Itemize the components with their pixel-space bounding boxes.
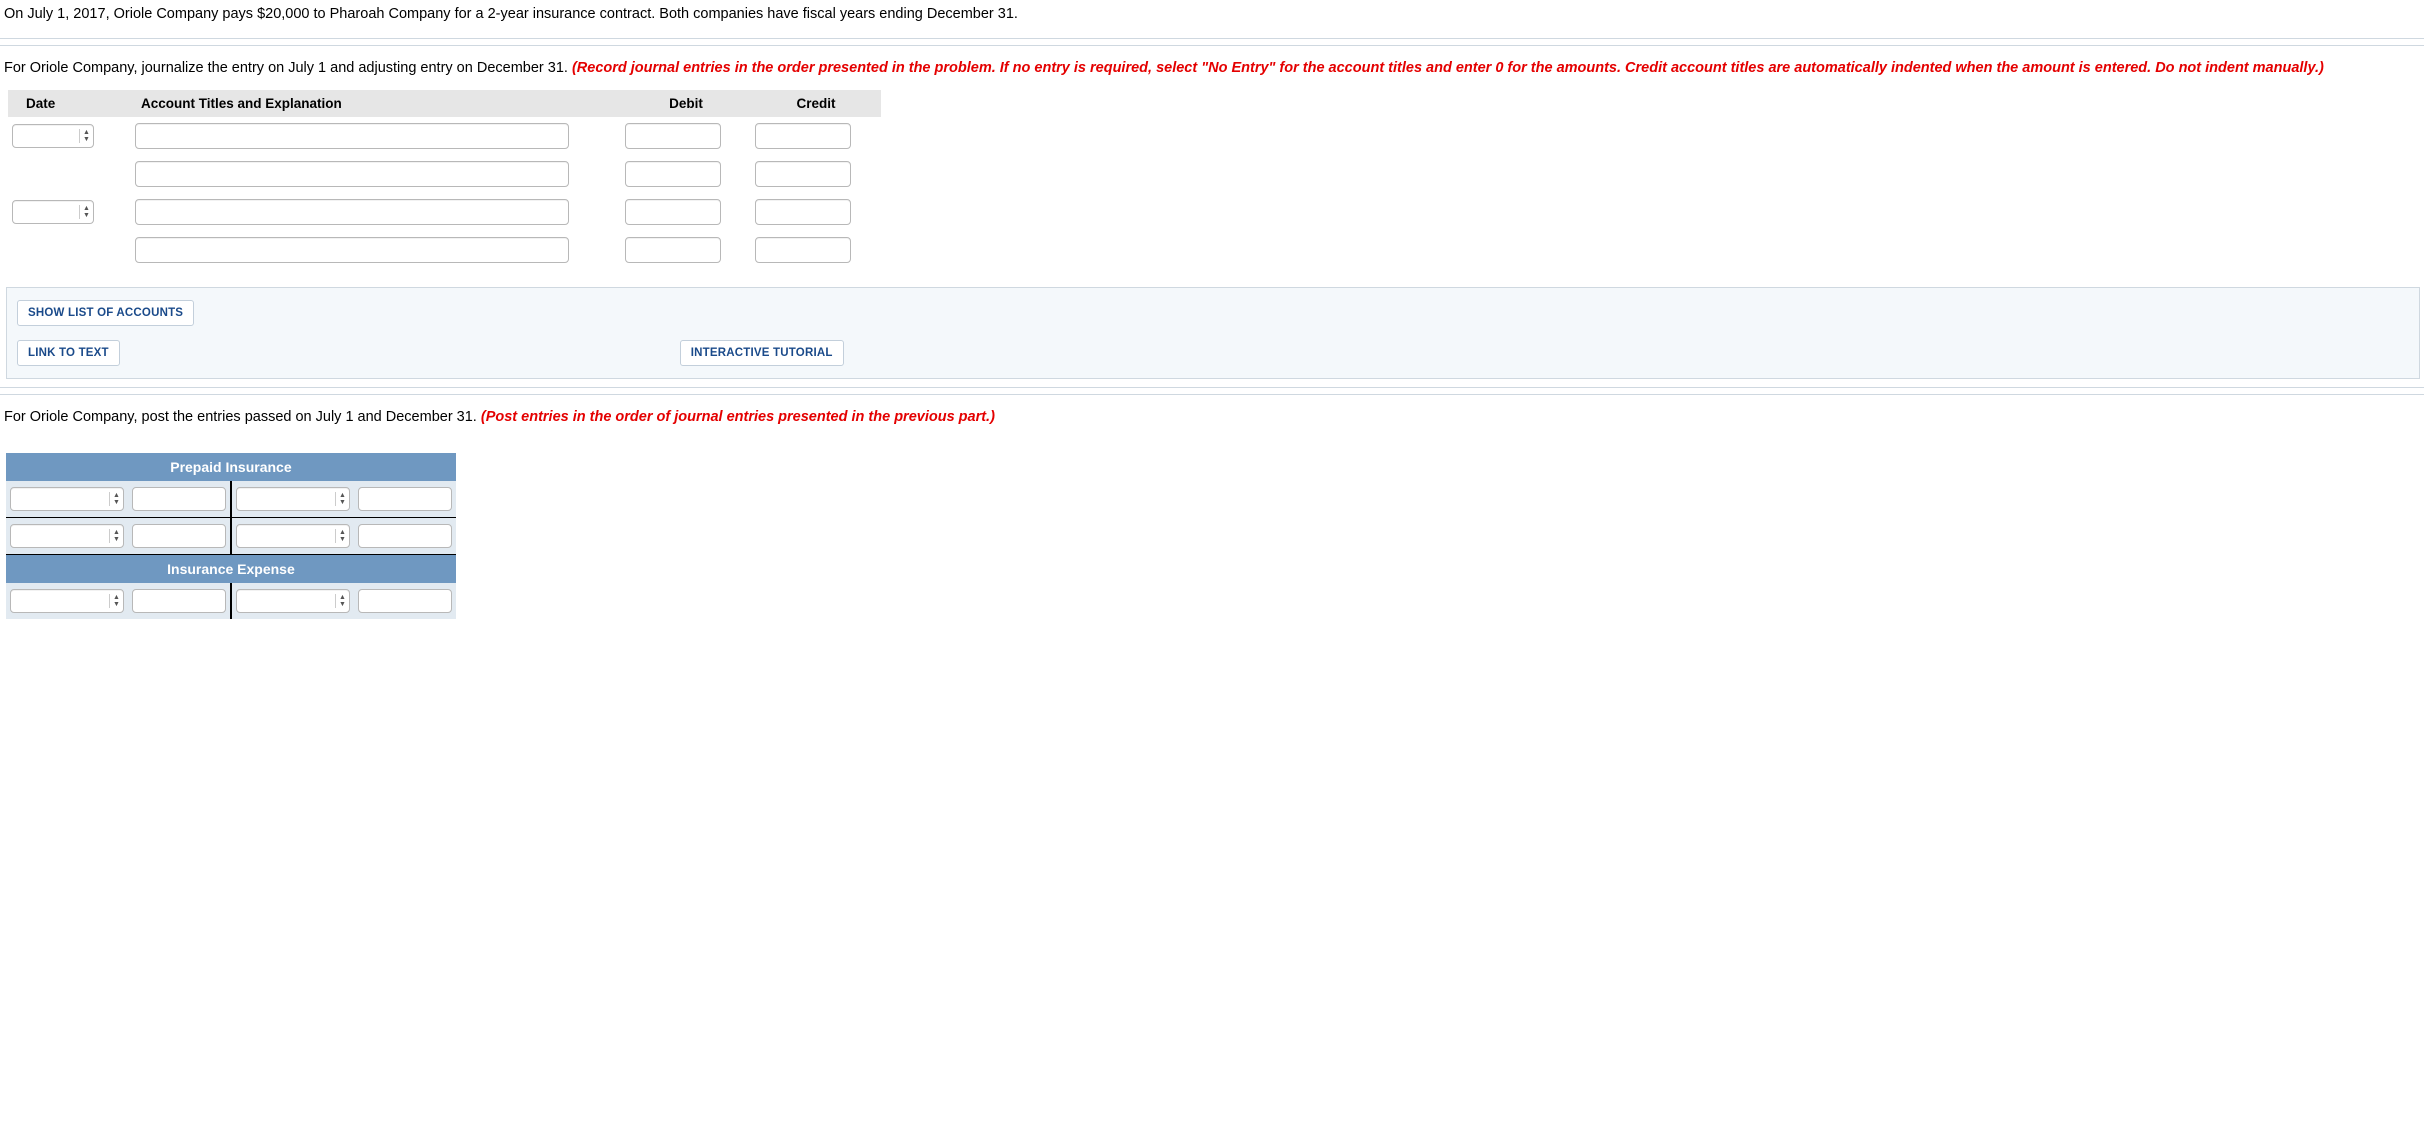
debit-input[interactable] — [625, 199, 721, 225]
credit-input[interactable] — [755, 161, 851, 187]
date-input[interactable] — [13, 201, 79, 223]
section2-instructions: For Oriole Company, post the entries pas… — [0, 403, 2424, 439]
taccount-debit-input[interactable] — [132, 487, 226, 511]
taccount-date-input[interactable] — [11, 590, 109, 612]
account-title-input[interactable] — [135, 161, 569, 187]
taccount-row: ▲▼ ▲▼ — [6, 583, 456, 619]
journal-entry-table: Date Account Titles and Explanation Debi… — [8, 90, 881, 269]
taccount-date-select[interactable]: ▲▼ — [236, 589, 350, 613]
problem-statement: On July 1, 2017, Oriole Company pays $20… — [0, 4, 2424, 30]
journal-row: ▲▼ — [8, 117, 881, 155]
credit-input[interactable] — [755, 123, 851, 149]
col-debit: Debit — [621, 90, 751, 117]
taccount-debit-input[interactable] — [132, 524, 226, 548]
taccount-date-select[interactable]: ▲▼ — [10, 487, 124, 511]
stepper-arrows-icon[interactable]: ▲▼ — [79, 205, 93, 219]
taccount-header: Prepaid Insurance — [6, 453, 456, 481]
taccount-date-input[interactable] — [237, 590, 335, 612]
date-select[interactable]: ▲▼ — [12, 124, 94, 148]
col-account: Account Titles and Explanation — [131, 90, 621, 117]
debit-input[interactable] — [625, 123, 721, 149]
taccount-debit-input[interactable] — [132, 589, 226, 613]
taccount-date-select[interactable]: ▲▼ — [236, 524, 350, 548]
taccount-date-select[interactable]: ▲▼ — [10, 524, 124, 548]
taccount-date-input[interactable] — [237, 525, 335, 547]
journal-header-row: Date Account Titles and Explanation Debi… — [8, 90, 881, 117]
taccount-date-select[interactable]: ▲▼ — [10, 589, 124, 613]
section1-red-note: (Record journal entries in the order pre… — [572, 60, 2324, 76]
stepper-arrows-icon[interactable]: ▲▼ — [335, 492, 349, 506]
date-input[interactable] — [13, 125, 79, 147]
col-date: Date — [8, 90, 131, 117]
show-list-of-accounts-button[interactable]: SHOW LIST OF ACCOUNTS — [17, 300, 194, 326]
divider — [0, 387, 2424, 395]
links-panel: SHOW LIST OF ACCOUNTS LINK TO TEXT INTER… — [6, 287, 2420, 379]
taccount-header: Insurance Expense — [6, 555, 456, 584]
section2-red-note: (Post entries in the order of journal en… — [481, 409, 995, 425]
taccount-prepaid-insurance: Prepaid Insurance ▲▼ ▲▼ ▲▼ — [6, 453, 2424, 619]
taccount-credit-input[interactable] — [358, 487, 452, 511]
stepper-arrows-icon[interactable]: ▲▼ — [335, 594, 349, 608]
taccount-row: ▲▼ ▲▼ — [6, 481, 456, 518]
taccount-credit-input[interactable] — [358, 524, 452, 548]
debit-input[interactable] — [625, 237, 721, 263]
interactive-tutorial-button[interactable]: INTERACTIVE TUTORIAL — [680, 340, 844, 366]
section1-leadin: For Oriole Company, journalize the entry… — [4, 60, 572, 76]
date-select[interactable]: ▲▼ — [12, 200, 94, 224]
taccount-date-input[interactable] — [11, 525, 109, 547]
stepper-arrows-icon[interactable]: ▲▼ — [109, 492, 123, 506]
divider — [0, 38, 2424, 46]
journal-row — [8, 231, 881, 269]
journal-row: ▲▼ — [8, 193, 881, 231]
taccount-credit-input[interactable] — [358, 589, 452, 613]
stepper-arrows-icon[interactable]: ▲▼ — [335, 529, 349, 543]
stepper-arrows-icon[interactable]: ▲▼ — [109, 529, 123, 543]
account-title-input[interactable] — [135, 123, 569, 149]
credit-input[interactable] — [755, 237, 851, 263]
debit-input[interactable] — [625, 161, 721, 187]
section1-instructions: For Oriole Company, journalize the entry… — [0, 54, 2424, 90]
taccount-row: ▲▼ ▲▼ — [6, 518, 456, 555]
taccount-date-input[interactable] — [237, 488, 335, 510]
account-title-input[interactable] — [135, 199, 569, 225]
col-credit: Credit — [751, 90, 881, 117]
credit-input[interactable] — [755, 199, 851, 225]
taccount-date-select[interactable]: ▲▼ — [236, 487, 350, 511]
link-to-text-button[interactable]: LINK TO TEXT — [17, 340, 120, 366]
taccount-date-input[interactable] — [11, 488, 109, 510]
stepper-arrows-icon[interactable]: ▲▼ — [79, 129, 93, 143]
account-title-input[interactable] — [135, 237, 569, 263]
section2-leadin: For Oriole Company, post the entries pas… — [4, 409, 481, 425]
stepper-arrows-icon[interactable]: ▲▼ — [109, 594, 123, 608]
journal-row — [8, 155, 881, 193]
